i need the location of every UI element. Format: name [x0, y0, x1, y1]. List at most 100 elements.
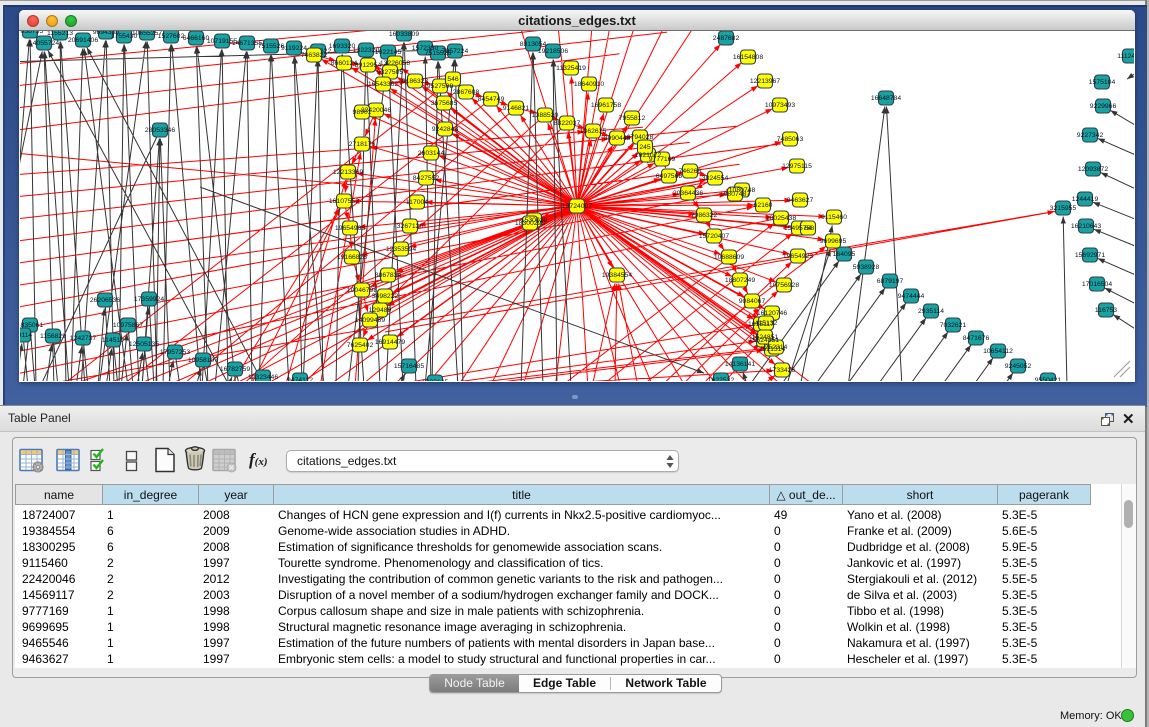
svg-text:9115460: 9115460: [821, 214, 847, 221]
svg-text:12975115: 12975115: [782, 163, 812, 170]
svg-text:3215955: 3215955: [1050, 205, 1077, 212]
svg-text:19218506: 19218506: [538, 48, 568, 55]
svg-text:415132: 415132: [755, 320, 778, 327]
svg-text:18300295: 18300295: [515, 220, 545, 227]
svg-text:19654923: 19654923: [783, 253, 813, 260]
svg-text:10654112: 10654112: [983, 348, 1013, 355]
svg-text:9527508: 9527508: [427, 83, 454, 90]
svg-text:3824554: 3824554: [702, 175, 729, 182]
svg-text:245: 245: [639, 144, 651, 151]
svg-text:3498222: 3498222: [372, 293, 399, 300]
svg-text:1733426: 1733426: [769, 367, 796, 374]
svg-text:18807249: 18807249: [725, 277, 755, 284]
svg-text:19384554: 19384554: [602, 272, 632, 279]
svg-text:6794028: 6794028: [627, 134, 654, 141]
svg-text:9550421: 9550421: [1035, 377, 1062, 381]
svg-text:114519: 114519: [102, 337, 124, 344]
svg-text:116753: 116753: [1095, 307, 1117, 314]
svg-text:8813054: 8813054: [520, 41, 547, 48]
svg-text:18640910: 18640910: [574, 81, 604, 88]
svg-text:16914479: 16914479: [375, 339, 405, 346]
svg-text:9474112: 9474112: [287, 377, 313, 381]
svg-text:16210643: 16210643: [1071, 223, 1101, 230]
svg-text:26206536: 26206536: [90, 297, 120, 304]
svg-text:6879197: 6879197: [877, 278, 904, 285]
svg-text:13226058: 13226058: [380, 60, 410, 67]
svg-text:39114: 39114: [20, 332, 32, 339]
svg-text:16543362: 16543362: [368, 81, 398, 88]
svg-text:1022145: 1022145: [422, 379, 449, 381]
svg-text:16648784: 16648784: [871, 95, 901, 102]
svg-text:14055724: 14055724: [29, 40, 59, 47]
svg-text:16120746: 16120746: [757, 310, 787, 317]
svg-text:64: 64: [804, 225, 812, 232]
svg-text:7957224: 7957224: [442, 48, 469, 55]
svg-text:8660124: 8660124: [331, 60, 358, 67]
svg-text:129489: 129489: [369, 307, 392, 314]
svg-text:10958107: 10958107: [188, 357, 218, 364]
svg-text:10975867: 10975867: [113, 322, 143, 329]
svg-text:7625402: 7625402: [347, 342, 374, 349]
svg-text:17359924: 17359924: [134, 296, 164, 303]
svg-text:6466160: 6466160: [183, 35, 210, 42]
svg-text:117004: 117004: [406, 199, 428, 206]
svg-text:1622532: 1622532: [708, 377, 735, 381]
svg-text:18724007: 18724007: [562, 203, 592, 210]
svg-text:17957253: 17957253: [160, 349, 190, 356]
svg-text:2718176: 2718176: [349, 141, 376, 148]
svg-text:19654963: 19654963: [335, 225, 365, 232]
svg-text:12093872: 12093872: [1078, 166, 1108, 173]
svg-text:9463627: 9463627: [787, 197, 814, 204]
svg-text:10807487: 10807487: [720, 191, 750, 198]
svg-text:98901: 98901: [353, 109, 372, 116]
svg-text:17016504: 17016504: [1082, 281, 1112, 288]
svg-text:1022145: 1022145: [375, 49, 402, 56]
svg-text:14136141: 14136141: [725, 361, 755, 368]
svg-text:8454749: 8454749: [478, 96, 505, 103]
svg-text:16154808: 16154808: [733, 54, 763, 61]
svg-text:2867608: 2867608: [453, 89, 480, 96]
svg-text:746266: 746266: [679, 168, 702, 175]
svg-text:10973493: 10973493: [765, 102, 795, 109]
svg-text:9227342: 9227342: [1077, 132, 1104, 139]
svg-text:10688609: 10688609: [714, 254, 744, 261]
svg-text:1693320: 1693320: [329, 43, 356, 50]
svg-text:12323446: 12323446: [248, 374, 278, 381]
svg-text:20691406: 20691406: [68, 37, 98, 44]
svg-text:8427552: 8427552: [413, 175, 440, 182]
svg-text:1244419: 1244419: [1072, 196, 1099, 203]
svg-text:3267130: 3267130: [397, 223, 424, 230]
svg-text:8822037: 8822037: [554, 120, 581, 127]
svg-text:19166825: 19166825: [337, 254, 367, 261]
svg-text:252314: 252314: [765, 344, 788, 351]
svg-text:15692971: 15692971: [1075, 252, 1105, 259]
svg-text:1575104: 1575104: [1089, 79, 1116, 86]
svg-text:1112453: 1112453: [1117, 53, 1134, 60]
svg-text:9119224: 9119224: [281, 45, 307, 52]
svg-text:2487682: 2487682: [713, 35, 740, 42]
svg-text:164095: 164095: [833, 251, 856, 258]
svg-text:20364436: 20364436: [673, 190, 703, 197]
svg-text:4835061: 4835061: [20, 322, 43, 329]
svg-text:9474444: 9474444: [898, 293, 925, 300]
svg-text:7986322: 7986322: [691, 212, 718, 219]
svg-text:5938928: 5938928: [853, 264, 880, 271]
svg-text:14099489: 14099489: [355, 317, 385, 324]
svg-text:9229966: 9229966: [1090, 103, 1117, 110]
svg-text:12353594: 12353594: [386, 246, 416, 253]
svg-text:28053346: 28053346: [145, 127, 175, 134]
svg-text:10025438: 10025438: [766, 215, 796, 222]
svg-text:2603144: 2603144: [418, 150, 445, 157]
svg-text:11325419: 11325419: [556, 65, 586, 72]
svg-text:15720407: 15720407: [699, 233, 729, 240]
svg-text:1388520: 1388520: [532, 112, 559, 119]
svg-text:7463822: 7463822: [301, 52, 328, 59]
svg-text:8471676: 8471676: [963, 335, 990, 342]
svg-text:15716485: 15716485: [394, 363, 424, 370]
svg-text:12213967: 12213967: [750, 78, 780, 85]
svg-text:1527602: 1527602: [158, 33, 185, 40]
svg-text:7032621: 7032621: [940, 322, 967, 329]
svg-text:62160: 62160: [754, 202, 773, 209]
svg-text:9242848: 9242848: [432, 126, 459, 133]
svg-text:16033809: 16033809: [389, 31, 419, 38]
